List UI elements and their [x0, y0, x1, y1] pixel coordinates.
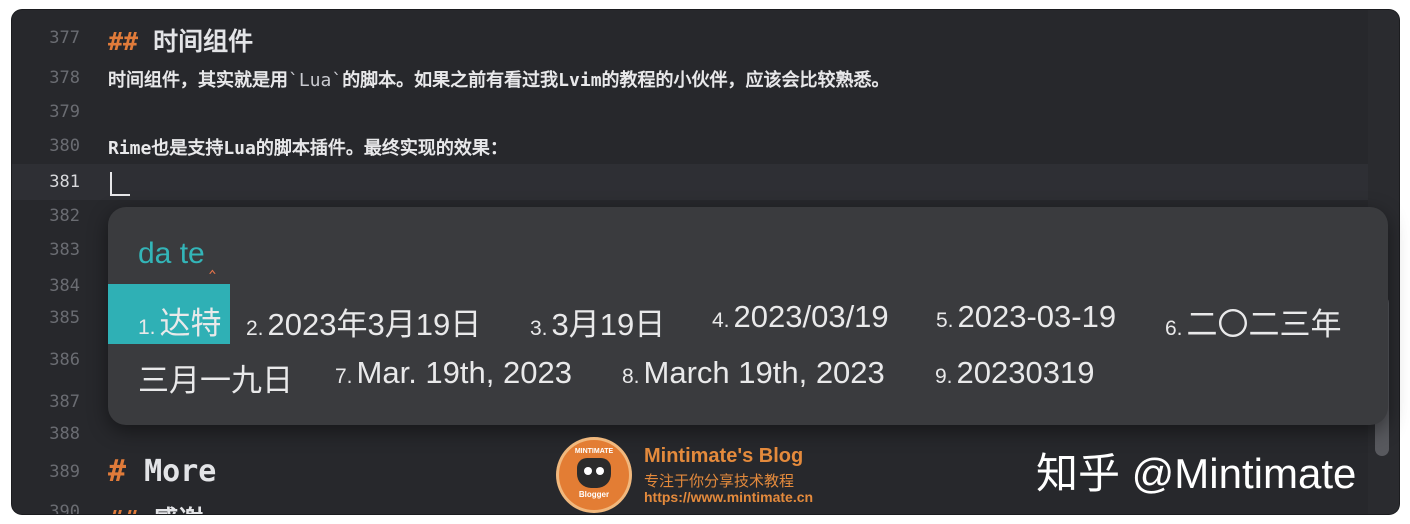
line-number: 385	[49, 308, 80, 328]
logo-text: MINTIMATE	[574, 448, 614, 455]
line-number: 380	[49, 136, 80, 156]
candidate-text: 3月19日	[551, 307, 666, 342]
heading-marker: #	[108, 454, 127, 489]
candidate-number: 7.	[335, 365, 353, 388]
line-number: 382	[49, 206, 80, 226]
candidate-number: 4.	[712, 309, 730, 332]
candidate-text: Mar. 19th, 2023	[356, 355, 572, 390]
candidate-text: 三月一九日	[138, 363, 293, 398]
line-number: 390	[49, 502, 80, 514]
watermark-blog-subtitle: 专注于你分享技术教程	[644, 473, 795, 490]
logo-face	[577, 458, 611, 488]
heading-line[interactable]: ## 时间组件	[108, 22, 253, 58]
logo-eye	[596, 467, 604, 475]
candidate-number: 9.	[935, 365, 953, 388]
candidate-4[interactable]: 4. 2023/03/19	[712, 299, 889, 335]
heading-text: More	[144, 454, 217, 489]
candidate-number: 3.	[530, 317, 548, 340]
heading-marker: ##	[108, 27, 139, 56]
heading-marker: ##	[108, 505, 138, 514]
paragraph-text: Rime也是支持Lua的脚本插件。最终实现的效果：	[108, 138, 508, 159]
line-number-gutter: 377 378 379 380 381 382 383 384 385 386 …	[12, 10, 98, 514]
paragraph-text: 的脚本。如果之前有看过我Lvim的教程的小伙伴，应该会比较熟悉。	[342, 70, 890, 91]
candidate-number: 2.	[246, 317, 264, 340]
line-number: 383	[49, 240, 80, 260]
zhihu-watermark: 知乎 @Mintimate	[1036, 450, 1357, 497]
candidate-7[interactable]: 7. Mar. 19th, 2023	[335, 355, 572, 391]
candidate-5[interactable]: 5. 2023-03-19	[936, 299, 1116, 335]
line-number: 386	[49, 350, 80, 370]
paragraph-line[interactable]: 时间组件，其实就是用`Lua`的脚本。如果之前有看过我Lvim的教程的小伙伴，应…	[108, 66, 890, 92]
text-cursor	[110, 172, 112, 196]
candidate-3[interactable]: 3. 3月19日	[530, 299, 665, 344]
ime-candidate-panel: da te ‸ 1. 达特 2. 2023年3月19日 3. 3月19日 4. 2023…	[108, 207, 1388, 425]
mintimate-logo-icon: MINTIMATE Blogger	[559, 440, 629, 510]
candidate-number: 8.	[622, 365, 640, 388]
candidate-text: March 19th, 2023	[643, 355, 885, 390]
heading-text: 感谢	[153, 505, 203, 514]
candidate-2[interactable]: 2. 2023年3月19日	[246, 299, 481, 344]
candidate-number: 5.	[936, 309, 954, 332]
candidate-text: 达特	[159, 306, 222, 341]
inline-code: `Lua`	[288, 70, 343, 91]
watermark-blog-title: Mintimate's Blog	[644, 445, 804, 467]
candidate-1-selected[interactable]: 1. 达特	[108, 284, 230, 344]
line-number: 388	[49, 424, 80, 444]
line-number: 384	[49, 276, 80, 296]
line-number-active: 381	[49, 172, 80, 192]
candidate-number: 6.	[1165, 317, 1183, 340]
logo-sub: Blogger	[578, 490, 610, 499]
line-number: 378	[49, 68, 80, 88]
heading-line[interactable]: # More	[108, 454, 216, 489]
line-number: 389	[49, 462, 80, 482]
candidate-9[interactable]: 9. 20230319	[935, 355, 1094, 391]
candidate-text: 20230319	[956, 355, 1095, 390]
line-number: 387	[49, 392, 80, 412]
text-cursor-underline	[110, 194, 130, 196]
candidate-text: 2023/03/19	[733, 299, 889, 334]
ime-preedit: da te	[138, 237, 205, 270]
paragraph-line[interactable]: Rime也是支持Lua的脚本插件。最终实现的效果：	[108, 134, 508, 160]
watermark-blog-url: https://www.mintimate.cn	[644, 489, 814, 505]
candidate-text: 二〇二三年	[1186, 307, 1342, 342]
heading-line[interactable]: ## 感谢	[108, 500, 203, 514]
logo-eye	[584, 467, 592, 475]
paragraph-text: 时间组件，其实就是用	[108, 70, 288, 91]
current-line-highlight	[12, 164, 1368, 200]
candidate-number: 1.	[138, 316, 156, 339]
candidate-text: 2023-03-19	[957, 299, 1117, 334]
ime-caret-icon: ‸	[209, 252, 216, 274]
candidate-text: 2023年3月19日	[267, 307, 482, 342]
line-number: 379	[49, 102, 80, 122]
candidate-6-continued[interactable]: 三月一九日	[138, 355, 293, 400]
candidate-8[interactable]: 8. March 19th, 2023	[622, 355, 885, 391]
heading-text: 时间组件	[153, 27, 254, 56]
line-number: 377	[49, 28, 80, 48]
candidate-6[interactable]: 6. 二〇二三年	[1165, 299, 1342, 344]
